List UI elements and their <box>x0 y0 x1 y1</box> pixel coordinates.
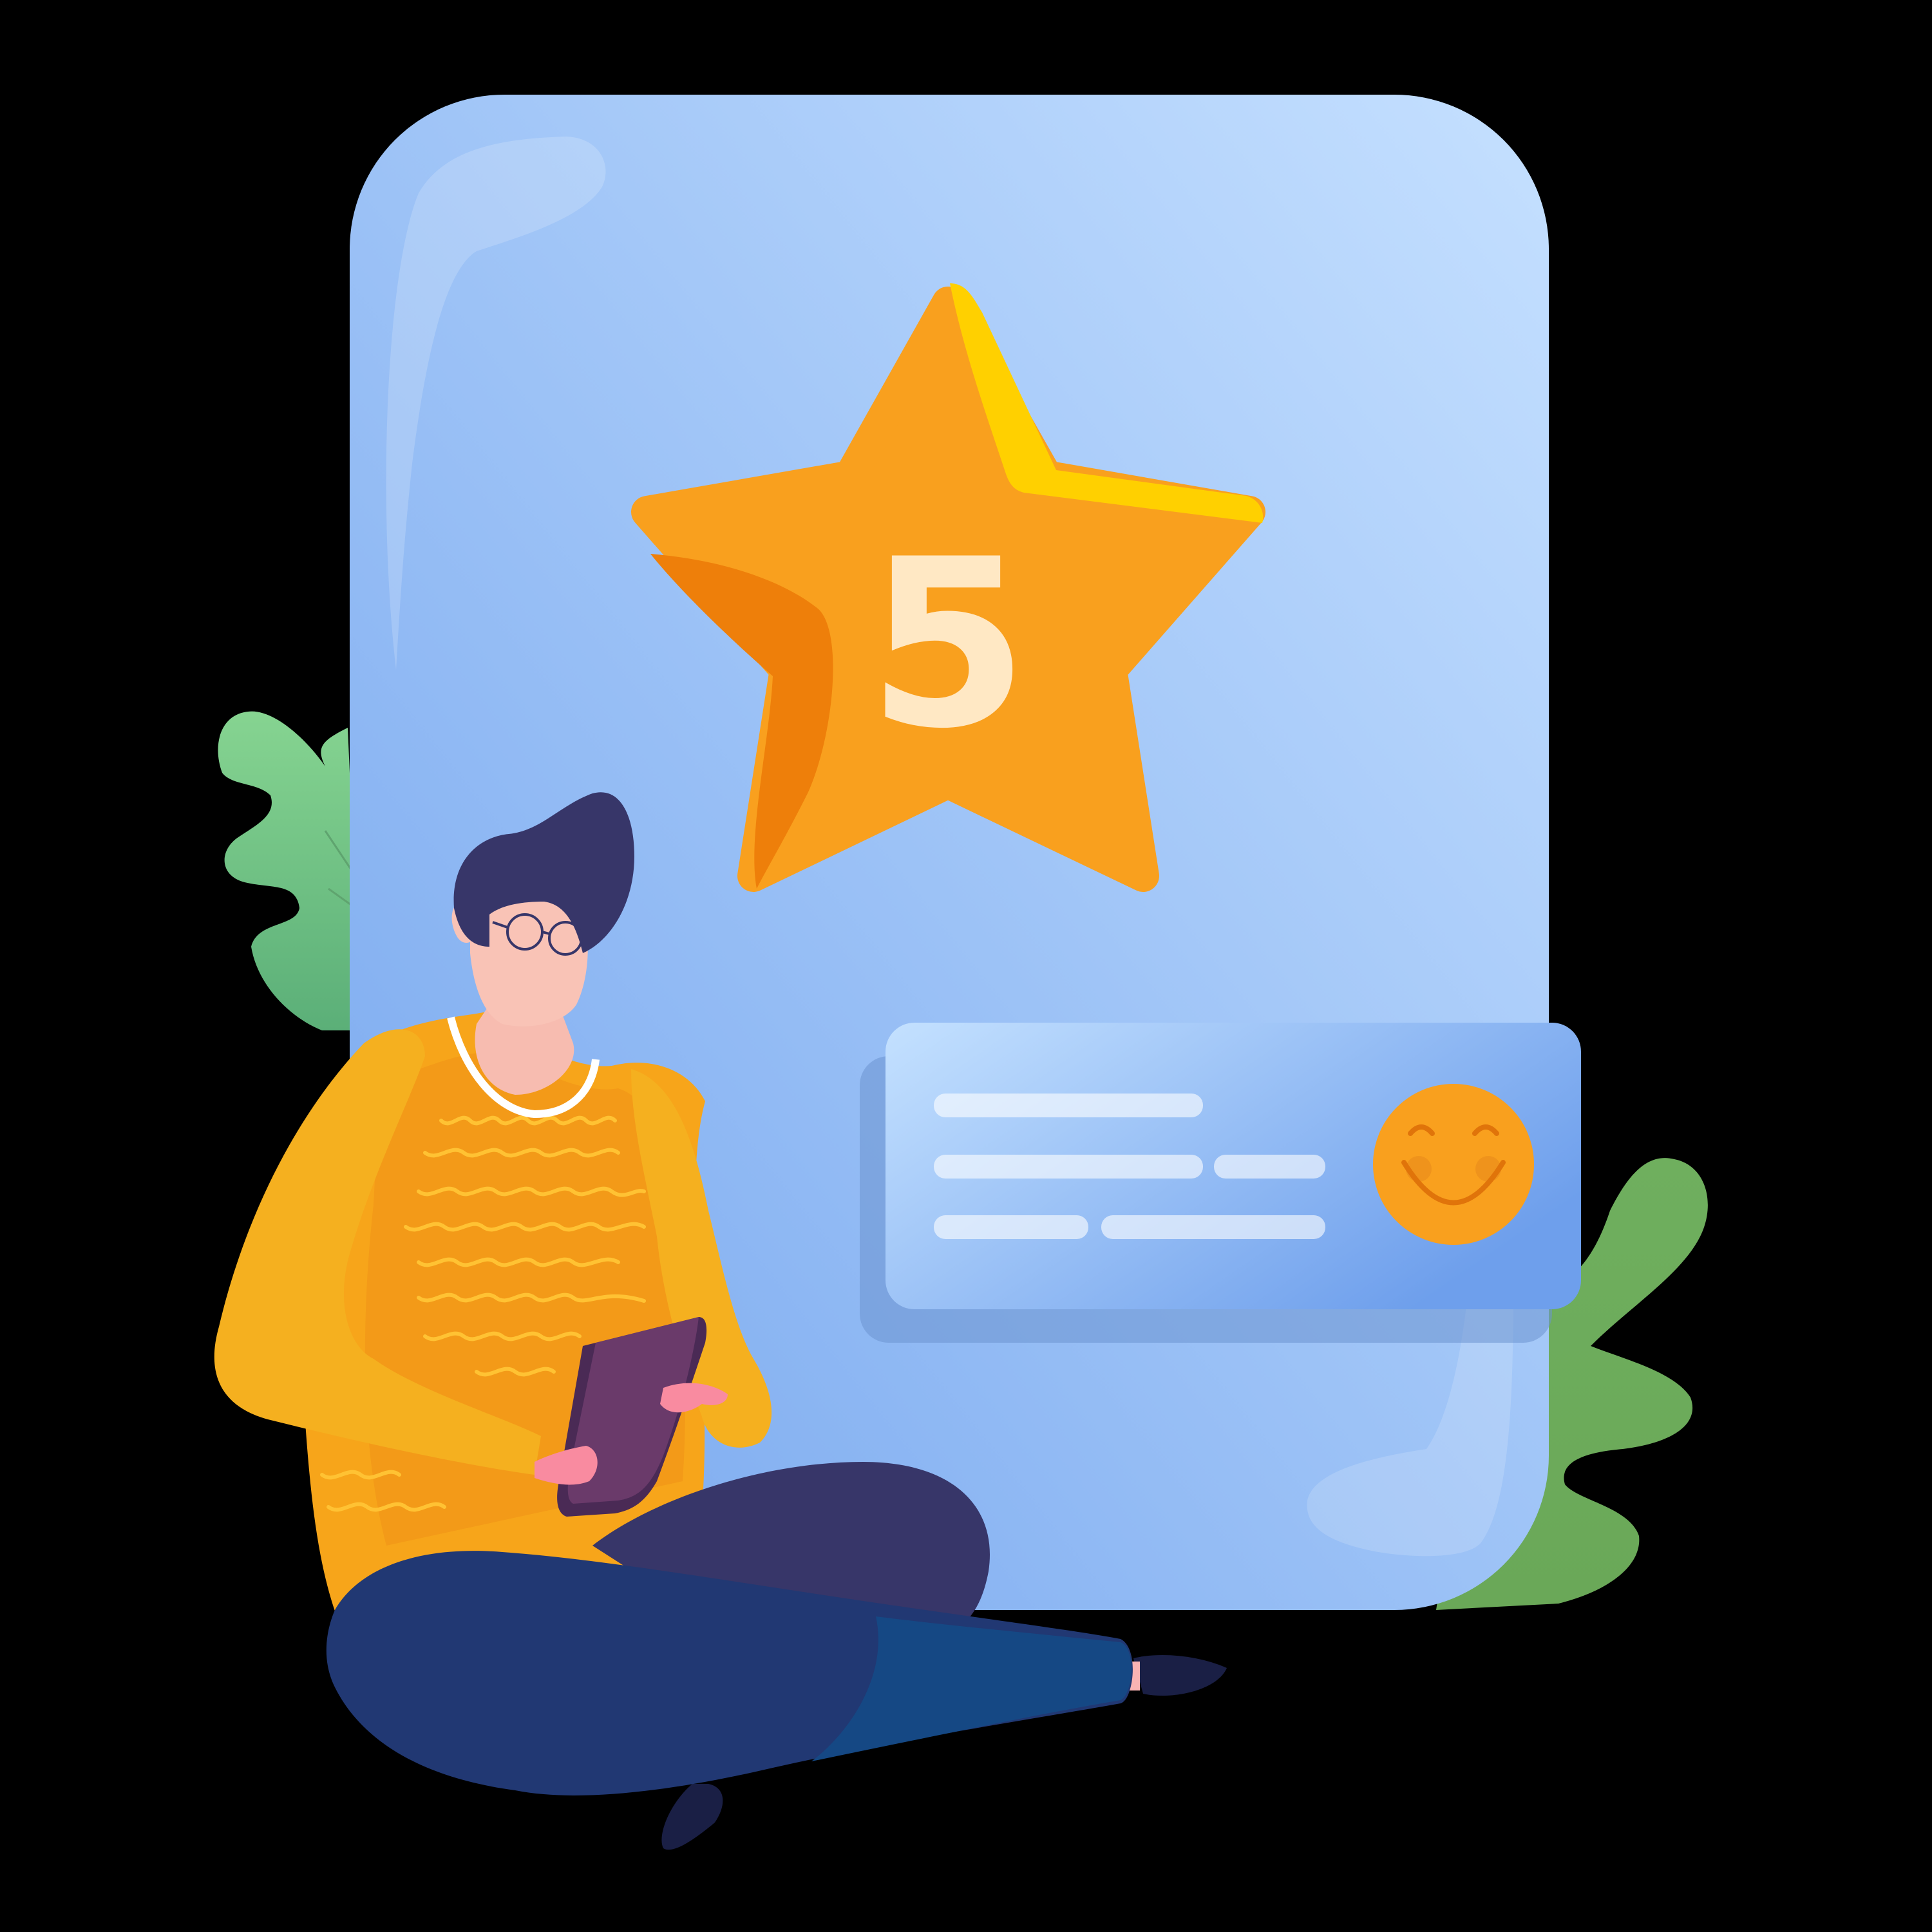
smiley-face-icon <box>1373 1084 1534 1245</box>
review-text-line <box>1101 1215 1325 1239</box>
review-text-line <box>934 1094 1203 1117</box>
review-illustration: 5 <box>0 0 1932 1932</box>
star-rating-number: 5 <box>867 509 1029 779</box>
review-card <box>860 1023 1581 1343</box>
review-text-line <box>934 1155 1203 1179</box>
review-text-line <box>1214 1155 1325 1179</box>
review-text-line <box>934 1215 1088 1239</box>
